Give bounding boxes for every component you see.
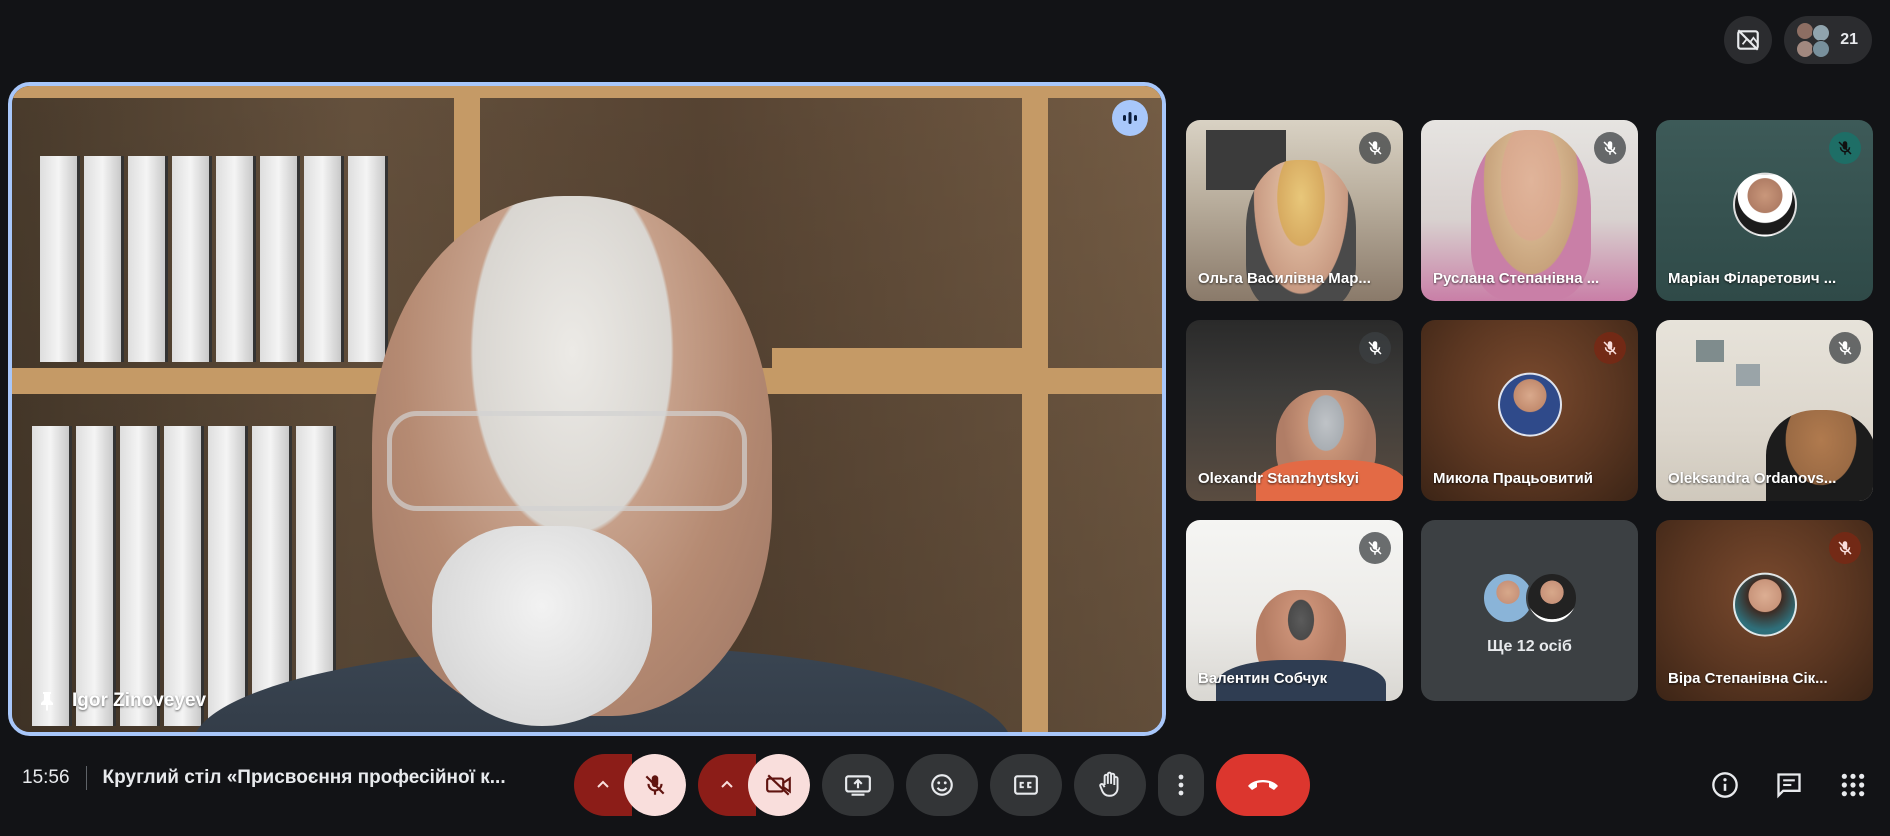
participant-tile[interactable]: Oleksandra Ordanovs...: [1656, 320, 1873, 501]
captions-button[interactable]: [990, 754, 1062, 816]
meeting-details-button[interactable]: [1706, 766, 1744, 804]
participant-tile[interactable]: Валентин Собчук: [1186, 520, 1403, 701]
participant-name: Валентин Собчук: [1198, 670, 1328, 687]
more-vert-icon: [1178, 774, 1184, 796]
chevron-up-icon: [721, 780, 733, 788]
participant-tile[interactable]: Віра Степанівна Сік...: [1656, 520, 1873, 701]
participant-avatar: [1732, 172, 1797, 237]
participant-name: Микола Працьовитий: [1433, 470, 1593, 487]
mic-off-icon: [1359, 132, 1391, 164]
meeting-title[interactable]: Круглий стіл «Присвоєння професійної к..…: [103, 767, 506, 789]
chat-icon: [1777, 773, 1801, 799]
mic-off-icon: [645, 775, 665, 795]
more-avatars: [1481, 572, 1578, 624]
mic-off-icon: [1594, 332, 1626, 364]
more-participants-label: Ще 12 осіб: [1487, 638, 1572, 655]
leave-call-button[interactable]: [1216, 754, 1310, 816]
mic-off-icon: [1359, 332, 1391, 364]
emoji-icon: [931, 774, 953, 796]
speaking-indicator-icon: [1112, 100, 1148, 136]
main-speaker-tile[interactable]: Igor Zinoveyev: [8, 82, 1166, 736]
participant-name: Руслана Степанівна ...: [1433, 270, 1600, 287]
mic-off-icon: [1359, 532, 1391, 564]
participants-button[interactable]: 21: [1784, 16, 1872, 64]
main-video: [12, 86, 1162, 732]
clock: 15:56: [22, 767, 70, 788]
participant-tile[interactable]: Ольга Василівна Мар...: [1186, 120, 1403, 301]
meet-window: 21 Igor Zinoveyev Ольга Василівна Мар...…: [0, 0, 1890, 836]
present-screen-button[interactable]: [822, 754, 894, 816]
participant-name: Olexandr Stanzhytskyi: [1198, 470, 1359, 487]
reactions-button[interactable]: [906, 754, 978, 816]
captions-icon: [1014, 775, 1038, 795]
call-end-icon: [1248, 780, 1278, 790]
present-icon: [845, 775, 871, 796]
participant-tile[interactable]: Руслана Степанівна ...: [1421, 120, 1638, 301]
mic-off-icon: [1829, 332, 1861, 364]
participant-name: Маріан Філаретович ...: [1668, 270, 1837, 287]
mic-control-group: [574, 754, 686, 816]
right-controls: [1706, 766, 1872, 804]
participant-avatar: [1497, 372, 1562, 437]
meeting-info: 15:56 Круглий стіл «Присвоєння професійн…: [22, 766, 506, 790]
participant-name: Віра Степанівна Сік...: [1668, 670, 1828, 687]
more-options-button[interactable]: [1158, 754, 1204, 816]
more-participants-tile[interactable]: Ще 12 осіб: [1421, 520, 1638, 701]
pin-icon: [41, 692, 53, 711]
camera-off-icon: [766, 774, 791, 796]
apps-grid-icon: [1841, 773, 1865, 797]
top-right-controls: 21: [1724, 16, 1872, 64]
call-controls: [574, 754, 1310, 816]
mic-off-icon: [1829, 532, 1861, 564]
camera-toggle-button[interactable]: [748, 754, 810, 816]
participant-name: Oleksandra Ordanovs...: [1668, 470, 1837, 487]
camera-control-group: [698, 754, 810, 816]
hand-icon: [1099, 771, 1119, 797]
chevron-up-icon: [597, 780, 609, 788]
participant-tile[interactable]: Olexandr Stanzhytskyi: [1186, 320, 1403, 501]
mic-off-icon: [1829, 132, 1861, 164]
mic-off-icon: [1594, 132, 1626, 164]
divider: [85, 766, 87, 790]
chat-button[interactable]: [1770, 766, 1808, 804]
participant-avatars: [1794, 22, 1831, 58]
info-icon: [1712, 772, 1738, 798]
main-speaker-name: Igor Zinoveyev: [72, 690, 207, 711]
participant-avatar: [1732, 572, 1797, 637]
hidden-tiles-button[interactable]: [1724, 16, 1773, 64]
participant-count: 21: [1840, 31, 1858, 48]
activities-button[interactable]: [1834, 766, 1872, 804]
tiles-hidden-icon: [1737, 29, 1760, 51]
raise-hand-button[interactable]: [1074, 754, 1146, 816]
participant-tile[interactable]: Микола Працьовитий: [1421, 320, 1638, 501]
mic-toggle-button[interactable]: [624, 754, 686, 816]
main-tile-name: Igor Zinoveyev: [38, 690, 206, 712]
participant-name: Ольга Василівна Мар...: [1198, 270, 1371, 287]
participant-tile[interactable]: Маріан Філаретович ...: [1656, 120, 1873, 301]
